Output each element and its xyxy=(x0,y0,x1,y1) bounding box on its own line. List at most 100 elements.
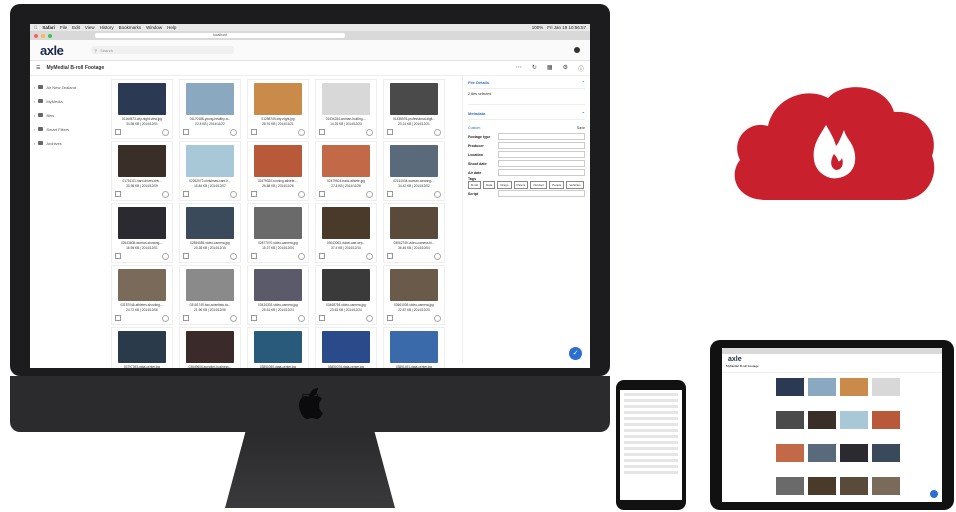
phone-list-row[interactable] xyxy=(624,459,678,462)
tablet-thumbnail[interactable] xyxy=(840,411,868,429)
status-circle-icon[interactable] xyxy=(366,315,373,322)
tag-chip[interactable]: Data xyxy=(483,181,496,189)
zoom-window-button[interactable] xyxy=(48,33,52,38)
select-checkbox[interactable] xyxy=(115,315,121,321)
file-thumbnail[interactable] xyxy=(186,331,234,363)
tablet-file-card[interactable] xyxy=(808,444,836,474)
menu-bookmarks[interactable]: Bookmarks xyxy=(119,25,142,30)
file-thumbnail[interactable] xyxy=(322,207,370,239)
status-circle-icon[interactable] xyxy=(366,129,373,136)
tablet-file-card[interactable] xyxy=(840,378,868,408)
metadata-header[interactable]: Metadata ⌃ xyxy=(468,107,585,120)
tablet-file-card[interactable] xyxy=(872,411,900,441)
phone-list-row[interactable] xyxy=(624,465,678,468)
tablet-file-card[interactable] xyxy=(776,444,804,474)
file-card[interactable]: 01164573-city-night-view.jpg 34.98 KB | 2… xyxy=(111,79,173,139)
file-thumbnail[interactable] xyxy=(322,331,370,363)
field-input[interactable] xyxy=(498,142,585,149)
close-window-button[interactable] xyxy=(34,33,38,38)
tablet-thumbnail[interactable] xyxy=(808,444,836,462)
file-thumbnail[interactable] xyxy=(322,269,370,301)
sidebar-item[interactable]: › Archives xyxy=(30,136,105,150)
phone-list-row[interactable] xyxy=(624,429,678,432)
menu-icon[interactable]: ☰ xyxy=(36,65,40,71)
file-card[interactable]: 03849606-speaker-business...22.18 KB | 2… xyxy=(179,327,241,368)
select-checkbox[interactable] xyxy=(251,253,257,259)
axle-logo[interactable]: axle xyxy=(40,43,64,58)
file-thumbnail[interactable] xyxy=(254,207,302,239)
tablet-file-card[interactable] xyxy=(872,444,900,474)
tablet-thumbnail[interactable] xyxy=(776,477,804,495)
file-thumbnail[interactable] xyxy=(254,83,302,115)
status-circle-icon[interactable] xyxy=(162,191,169,198)
status-circle-icon[interactable] xyxy=(434,253,441,260)
phone-list-row[interactable] xyxy=(624,411,678,414)
tablet-file-card[interactable] xyxy=(872,378,900,408)
file-card[interactable]: 02643608-woman-showing-... 16.95 KB | 201… xyxy=(111,203,173,263)
status-circle-icon[interactable] xyxy=(230,129,237,136)
user-icon[interactable] xyxy=(574,47,580,53)
select-checkbox[interactable] xyxy=(251,315,257,321)
phone-list-row[interactable] xyxy=(624,405,678,408)
tablet-thumbnail[interactable] xyxy=(840,477,868,495)
chevron-right-icon[interactable]: › xyxy=(34,99,35,104)
file-card[interactable]: 02161034-woman-wearing-... 34.42 KB | 201… xyxy=(383,141,445,201)
status-circle-icon[interactable] xyxy=(366,253,373,260)
file-thumbnail[interactable] xyxy=(118,331,166,363)
file-details-header[interactable]: File Details ⌃ xyxy=(468,76,585,89)
file-thumbnail[interactable] xyxy=(118,145,166,177)
file-thumbnail[interactable] xyxy=(390,207,438,239)
tablet-thumbnail[interactable] xyxy=(872,444,900,462)
file-card[interactable]: 02877070-video-camera.jpg 15.37 KB | 2014… xyxy=(247,203,309,263)
file-thumbnail[interactable] xyxy=(390,83,438,115)
grid-view-icon[interactable]: ▦ xyxy=(547,64,553,73)
file-thumbnail[interactable] xyxy=(118,207,166,239)
select-checkbox[interactable] xyxy=(115,129,121,135)
tablet-thumbnail[interactable] xyxy=(808,378,836,396)
file-card[interactable]: 03661009-video-camera.jpg 22.87 KB | 2014… xyxy=(383,265,445,325)
phone-list-row[interactable] xyxy=(624,399,678,402)
file-card[interactable]: 02262072-christmas-card-h... 15.84 KB | 2… xyxy=(179,141,241,201)
phone-list-row[interactable] xyxy=(624,435,678,438)
tablet-thumbnail[interactable] xyxy=(776,411,804,429)
select-checkbox[interactable] xyxy=(319,129,325,135)
select-checkbox[interactable] xyxy=(387,315,393,321)
select-checkbox[interactable] xyxy=(183,315,189,321)
sidebar-item[interactable]: › Bins xyxy=(30,108,105,122)
select-checkbox[interactable] xyxy=(183,253,189,259)
select-checkbox[interactable] xyxy=(387,253,393,259)
menu-window[interactable]: Window xyxy=(146,25,162,30)
custom-label[interactable]: Custom xyxy=(468,126,480,130)
tablet-thumbnail[interactable] xyxy=(840,378,868,396)
address-bar[interactable]: localhost xyxy=(95,33,345,38)
file-thumbnail[interactable] xyxy=(186,83,234,115)
select-checkbox[interactable] xyxy=(387,129,393,135)
field-input[interactable] xyxy=(498,151,585,158)
file-thumbnail[interactable] xyxy=(118,83,166,115)
save-button[interactable]: Save xyxy=(577,126,585,130)
tablet-file-card[interactable] xyxy=(776,411,804,441)
tablet-thumbnail[interactable] xyxy=(808,411,836,429)
minimize-window-button[interactable] xyxy=(41,33,45,38)
tablet-file-card[interactable] xyxy=(808,378,836,408)
chevron-right-icon[interactable]: › xyxy=(34,141,35,146)
menu-view[interactable]: View xyxy=(85,25,95,30)
status-circle-icon[interactable] xyxy=(230,191,237,198)
tag-chip[interactable]: People xyxy=(549,181,565,189)
tag-chip[interactable]: B-roll xyxy=(468,181,482,189)
file-card[interactable]: 01436976-professional-digit... 23.14 KB |… xyxy=(383,79,445,139)
sidebar-item[interactable]: › MyMedia xyxy=(30,94,105,108)
confirm-button[interactable]: ✓ xyxy=(569,347,582,360)
select-checkbox[interactable] xyxy=(183,129,189,135)
chevron-up-icon[interactable]: ⌃ xyxy=(582,80,585,85)
chevron-up-icon[interactable]: ⌃ xyxy=(582,111,585,116)
tag-chip[interactable]: Drago xyxy=(497,181,512,189)
search-input[interactable]: ⚲ Search xyxy=(91,46,235,54)
file-thumbnail[interactable] xyxy=(390,145,438,177)
file-thumbnail[interactable] xyxy=(322,83,370,115)
status-circle-icon[interactable] xyxy=(434,191,441,198)
file-card[interactable]: 01751111-hard-drives-driv... 30.98 KB | 2… xyxy=(111,141,173,201)
menu-edit[interactable]: Edit xyxy=(72,25,80,30)
refresh-icon[interactable]: ↻ xyxy=(532,64,537,73)
tag-chip[interactable]: Outdoor xyxy=(530,181,548,189)
